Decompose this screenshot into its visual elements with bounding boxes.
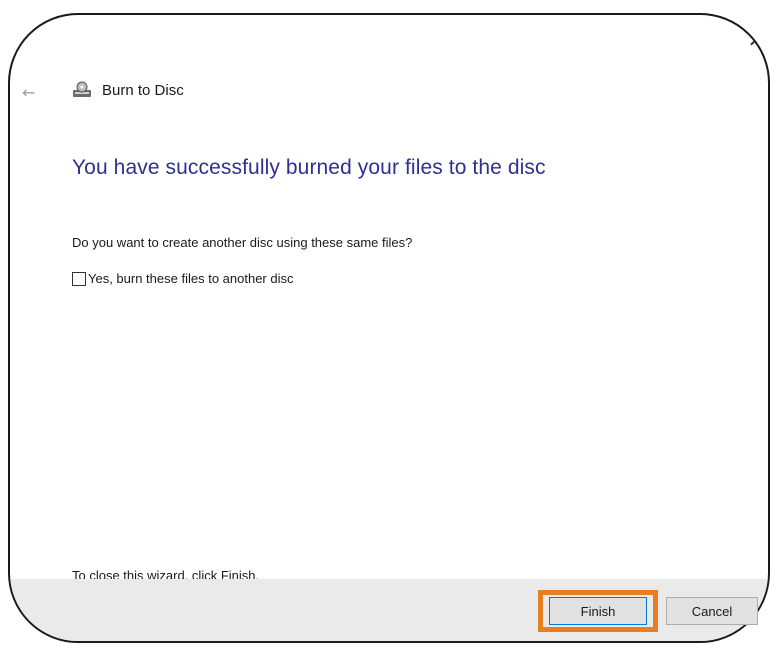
another-disc-question: Do you want to create another disc using… [72, 235, 413, 250]
finish-button[interactable]: Finish [549, 597, 647, 625]
cancel-button[interactable]: Cancel [666, 597, 758, 625]
disc-burner-icon [72, 81, 92, 99]
close-icon[interactable]: ✕ [746, 29, 766, 51]
success-heading: You have successfully burned your files … [72, 156, 546, 179]
burn-another-disc-option[interactable]: Yes, burn these files to another disc [72, 271, 293, 286]
back-arrow-icon[interactable]: ← [22, 83, 35, 102]
burn-another-disc-label[interactable]: Yes, burn these files to another disc [88, 271, 293, 286]
burn-to-disc-wizard-window: ✕ ← Burn to Disc You have successfully b… [8, 13, 770, 643]
wizard-title: Burn to Disc [102, 81, 184, 99]
wizard-title-bar: Burn to Disc [72, 79, 184, 101]
burn-another-disc-checkbox[interactable] [72, 271, 86, 286]
